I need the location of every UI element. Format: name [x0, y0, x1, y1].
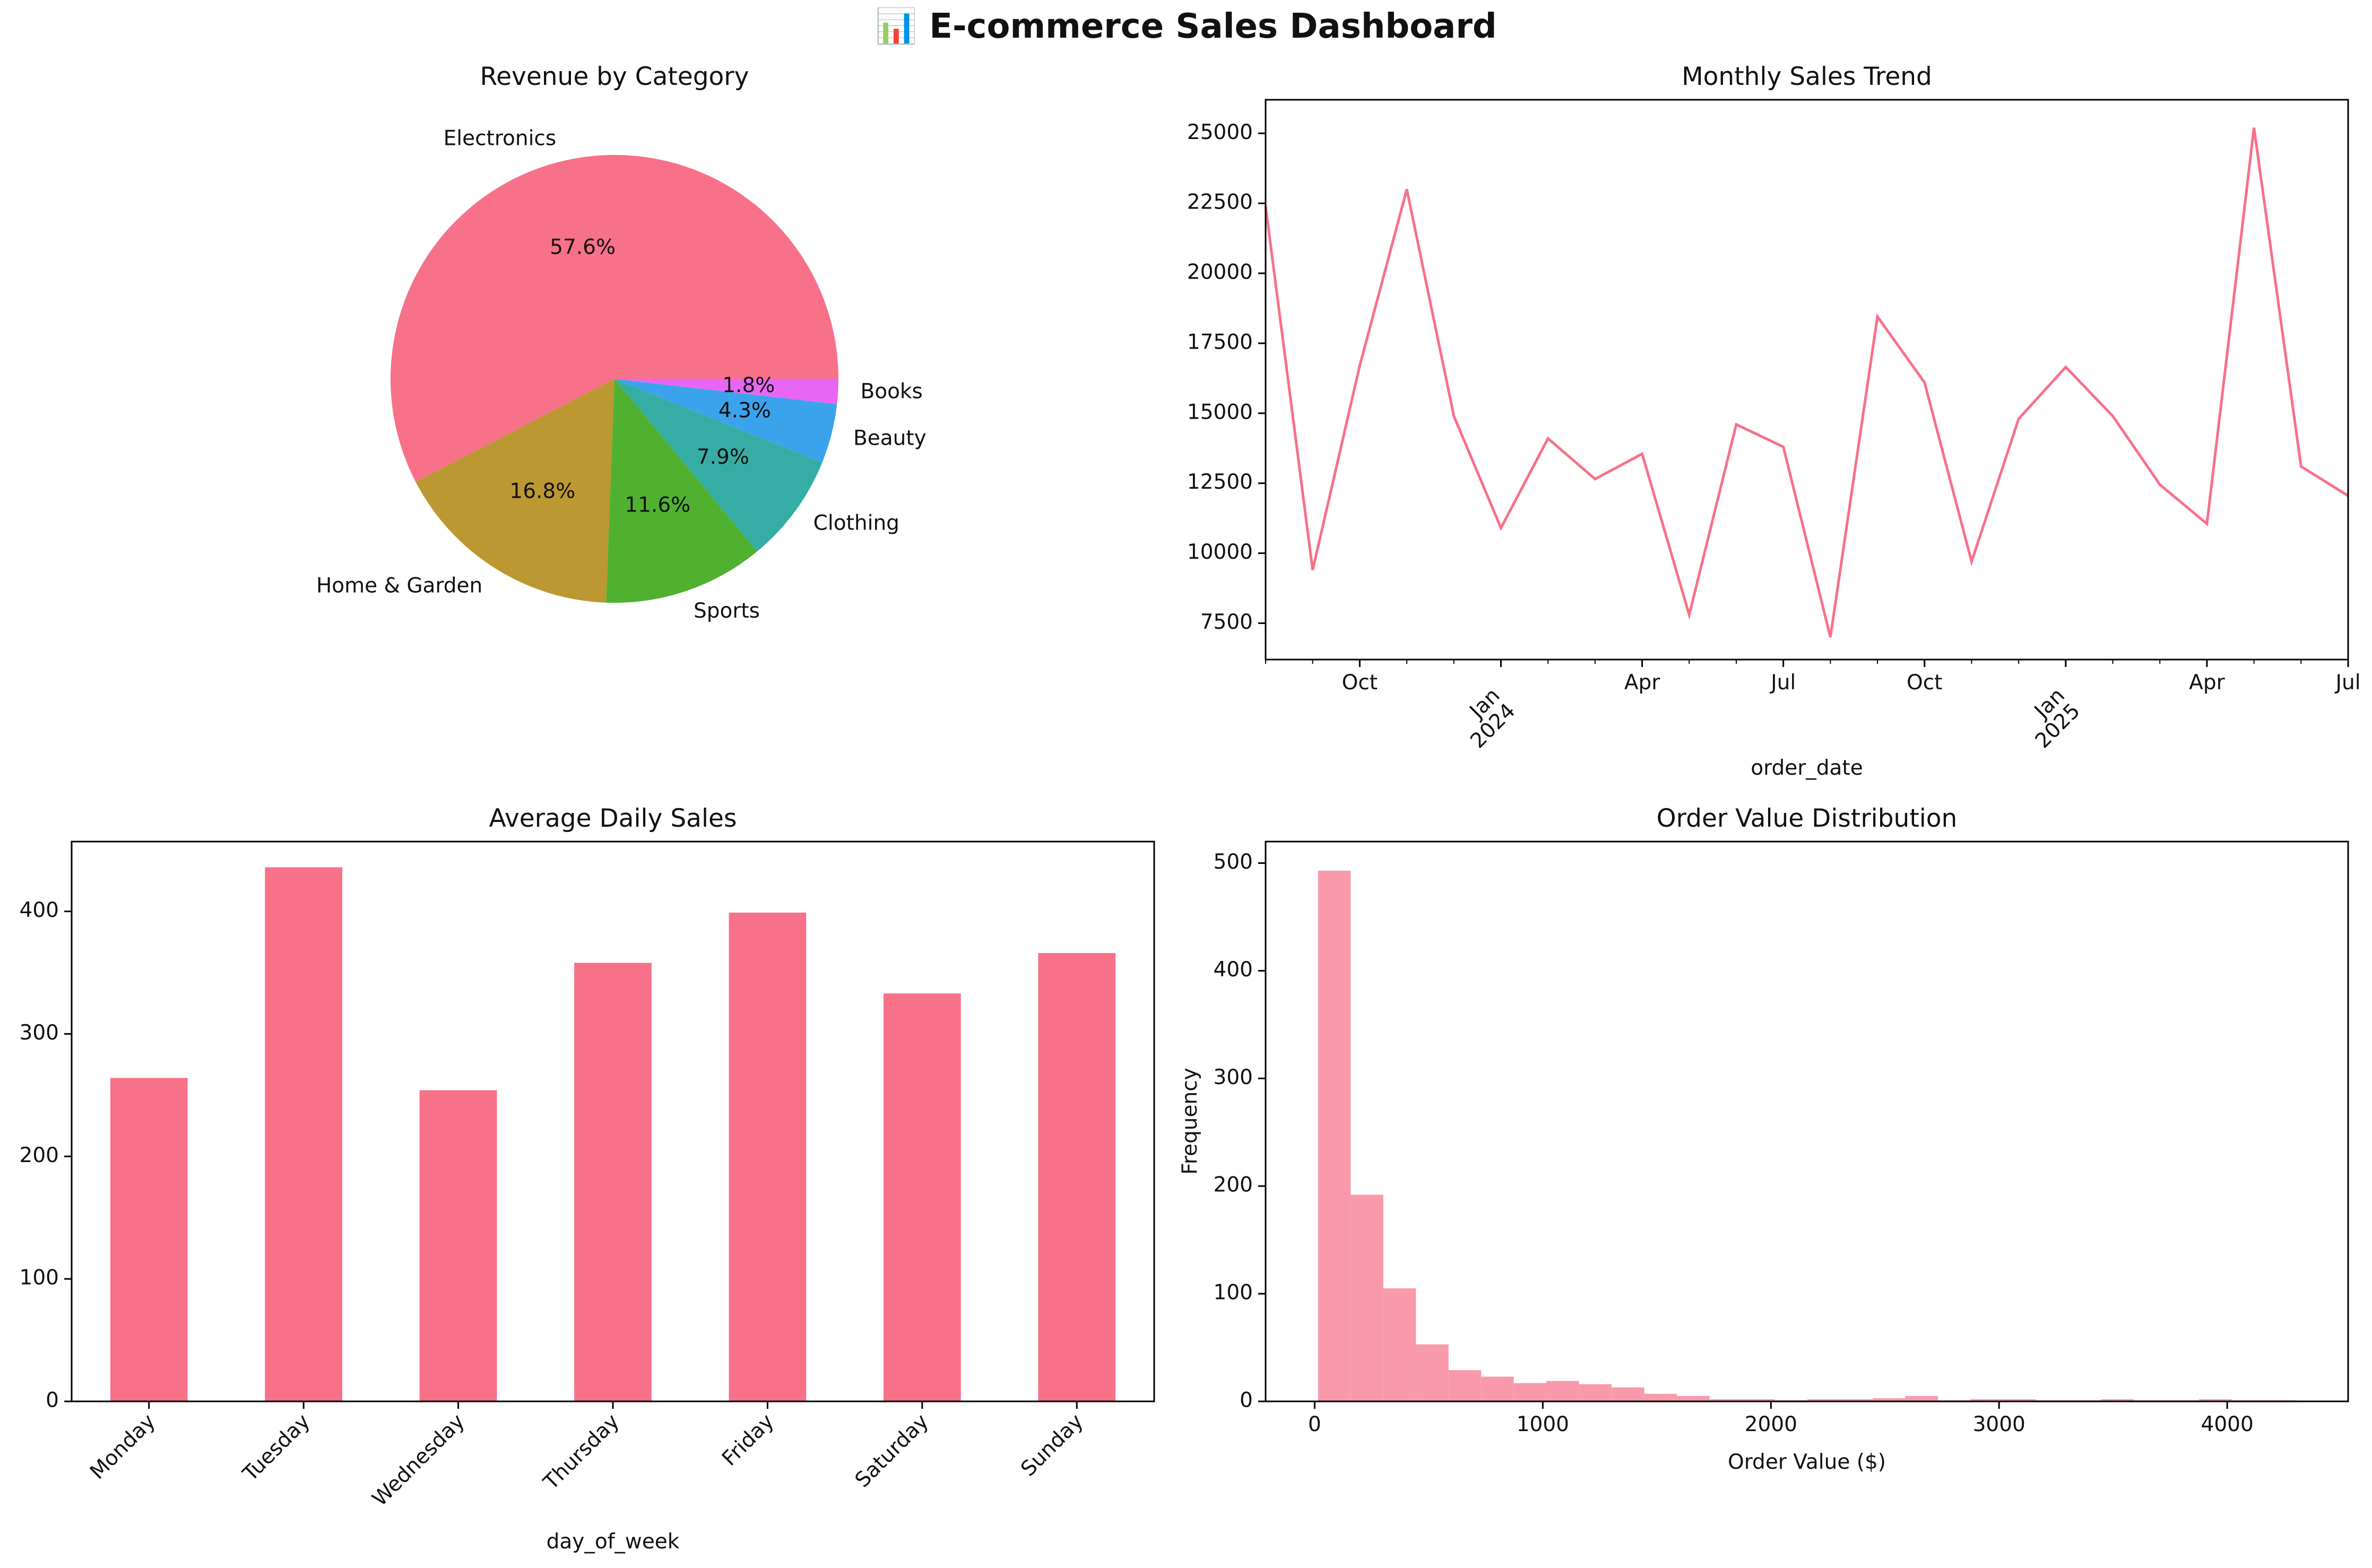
day-bar — [1038, 953, 1116, 1401]
x-tick-label: Saturday — [851, 1409, 933, 1492]
pie-category-label: Home & Garden — [316, 574, 482, 597]
pie-category-label: Clothing — [813, 512, 899, 535]
day-bar — [729, 912, 807, 1401]
pie-percent-label: 11.6% — [625, 493, 690, 517]
y-tick-label: 17500 — [1187, 330, 1253, 354]
x-axis-label: day_of_week — [547, 1530, 680, 1554]
pie-category-label: Books — [860, 380, 922, 404]
day-bar — [419, 1090, 497, 1401]
day-bar — [110, 1078, 188, 1401]
y-tick-label: 0 — [1240, 1389, 1253, 1413]
x-tick-label: 0 — [1308, 1413, 1321, 1436]
y-tick-label: 12500 — [1187, 470, 1253, 494]
x-tick-label: Sunday — [1016, 1409, 1088, 1481]
y-tick-label: 400 — [1214, 958, 1253, 982]
y-tick-label: 200 — [20, 1143, 59, 1167]
bar-title: Average Daily Sales — [489, 804, 737, 833]
plot-frame — [1265, 841, 2349, 1402]
x-tick-label: Monday — [85, 1409, 160, 1484]
histogram-bar — [1383, 1288, 1416, 1401]
x-tick-label: 3000 — [1973, 1413, 2025, 1436]
pie-title: Revenue by Category — [480, 62, 749, 91]
sales-line — [1264, 127, 2349, 638]
line-title: Monthly Sales Trend — [1682, 62, 1932, 91]
x-tick-label: Apr — [2189, 671, 2225, 695]
y-tick-label: 400 — [20, 898, 59, 922]
pie-percent-label: 4.3% — [718, 399, 771, 423]
histogram-bar — [1905, 1396, 1938, 1401]
y-tick-label: 100 — [20, 1266, 59, 1290]
histogram-bar — [1318, 870, 1351, 1401]
histogram-bar — [1546, 1381, 1579, 1401]
y-tick-label: 300 — [1214, 1065, 1253, 1089]
day-bar — [265, 867, 342, 1401]
histogram-bar — [1579, 1384, 1612, 1401]
y-tick-label: 22500 — [1187, 190, 1253, 214]
y-tick-label: 7500 — [1200, 610, 1253, 634]
y-tick-label: 200 — [1214, 1173, 1253, 1197]
x-axis-label: Order Value ($) — [1728, 1450, 1886, 1474]
histogram-bar — [1448, 1370, 1482, 1401]
x-tick-label: Wednesday — [368, 1409, 469, 1511]
x-tick-label: Friday — [717, 1409, 778, 1470]
pie-category-label: Electronics — [444, 126, 557, 150]
pie-category-label: Sports — [694, 599, 760, 623]
x-tick-label: Thursday — [539, 1409, 624, 1495]
day-bar — [884, 993, 961, 1401]
y-tick-label: 20000 — [1187, 261, 1253, 284]
x-tick-label: Oct — [1907, 671, 1942, 695]
y-tick-label: 500 — [1214, 850, 1253, 874]
x-tick-label: 1000 — [1517, 1413, 1569, 1436]
x-tick-label: Jul — [2334, 671, 2360, 695]
x-tick-label: 2000 — [1745, 1413, 1797, 1436]
y-tick-label: 0 — [46, 1389, 59, 1413]
y-tick-label: 300 — [20, 1021, 59, 1045]
pie-percent-label: 16.8% — [509, 479, 575, 503]
y-tick-label: 100 — [1214, 1281, 1253, 1305]
y-tick-label: 15000 — [1187, 400, 1253, 424]
histogram-bar — [1644, 1393, 1677, 1401]
pie-percent-label: 57.6% — [550, 235, 616, 259]
histogram-bar — [1416, 1344, 1449, 1401]
hist-title: Order Value Distribution — [1657, 804, 1958, 833]
x-tick-label: Jul — [1769, 671, 1796, 695]
x-tick-label: Jan2024 — [1451, 683, 1520, 753]
revenue-by-category-chart: Revenue by Category Electronics 57.6% Home … — [316, 62, 927, 623]
pie-category-label: Beauty — [853, 427, 927, 451]
x-tick-label: 4000 — [2201, 1413, 2254, 1436]
x-axis-label: order_date — [1751, 756, 1863, 780]
plot-frame — [1265, 99, 2349, 661]
order-value-distribution-chart: Order Value Distribution 0 100 200 300 400 500… — [1178, 804, 2349, 1474]
average-daily-sales-chart: Average Daily Sales 0 100 200 300 400 Monday Tu… — [20, 804, 1155, 1554]
monthly-sales-trend-chart: Monthly Sales Trend 7500 10000 12500 15000 17… — [1187, 62, 2361, 780]
histogram-bar — [1677, 1396, 1710, 1401]
y-tick-label: 10000 — [1187, 540, 1253, 564]
x-tick-label: Tuesday — [238, 1409, 315, 1486]
pie-percent-label: 1.8% — [722, 374, 775, 397]
histogram-bar — [1351, 1194, 1383, 1401]
histogram-bar — [1513, 1383, 1547, 1401]
x-tick-label: Apr — [1624, 671, 1660, 695]
pie-percent-label: 7.9% — [697, 445, 749, 469]
y-axis-label: Frequency — [1178, 1068, 1202, 1174]
histogram-bar — [1612, 1387, 1644, 1401]
day-bar — [574, 963, 652, 1401]
x-tick-label: Jan2025 — [2015, 683, 2085, 753]
x-tick-label: Oct — [1342, 671, 1378, 695]
histogram-bar — [1481, 1376, 1514, 1401]
y-tick-label: 25000 — [1187, 120, 1253, 144]
dashboard-canvas: Revenue by Category Electronics 57.6% Home … — [20, 62, 2361, 1554]
